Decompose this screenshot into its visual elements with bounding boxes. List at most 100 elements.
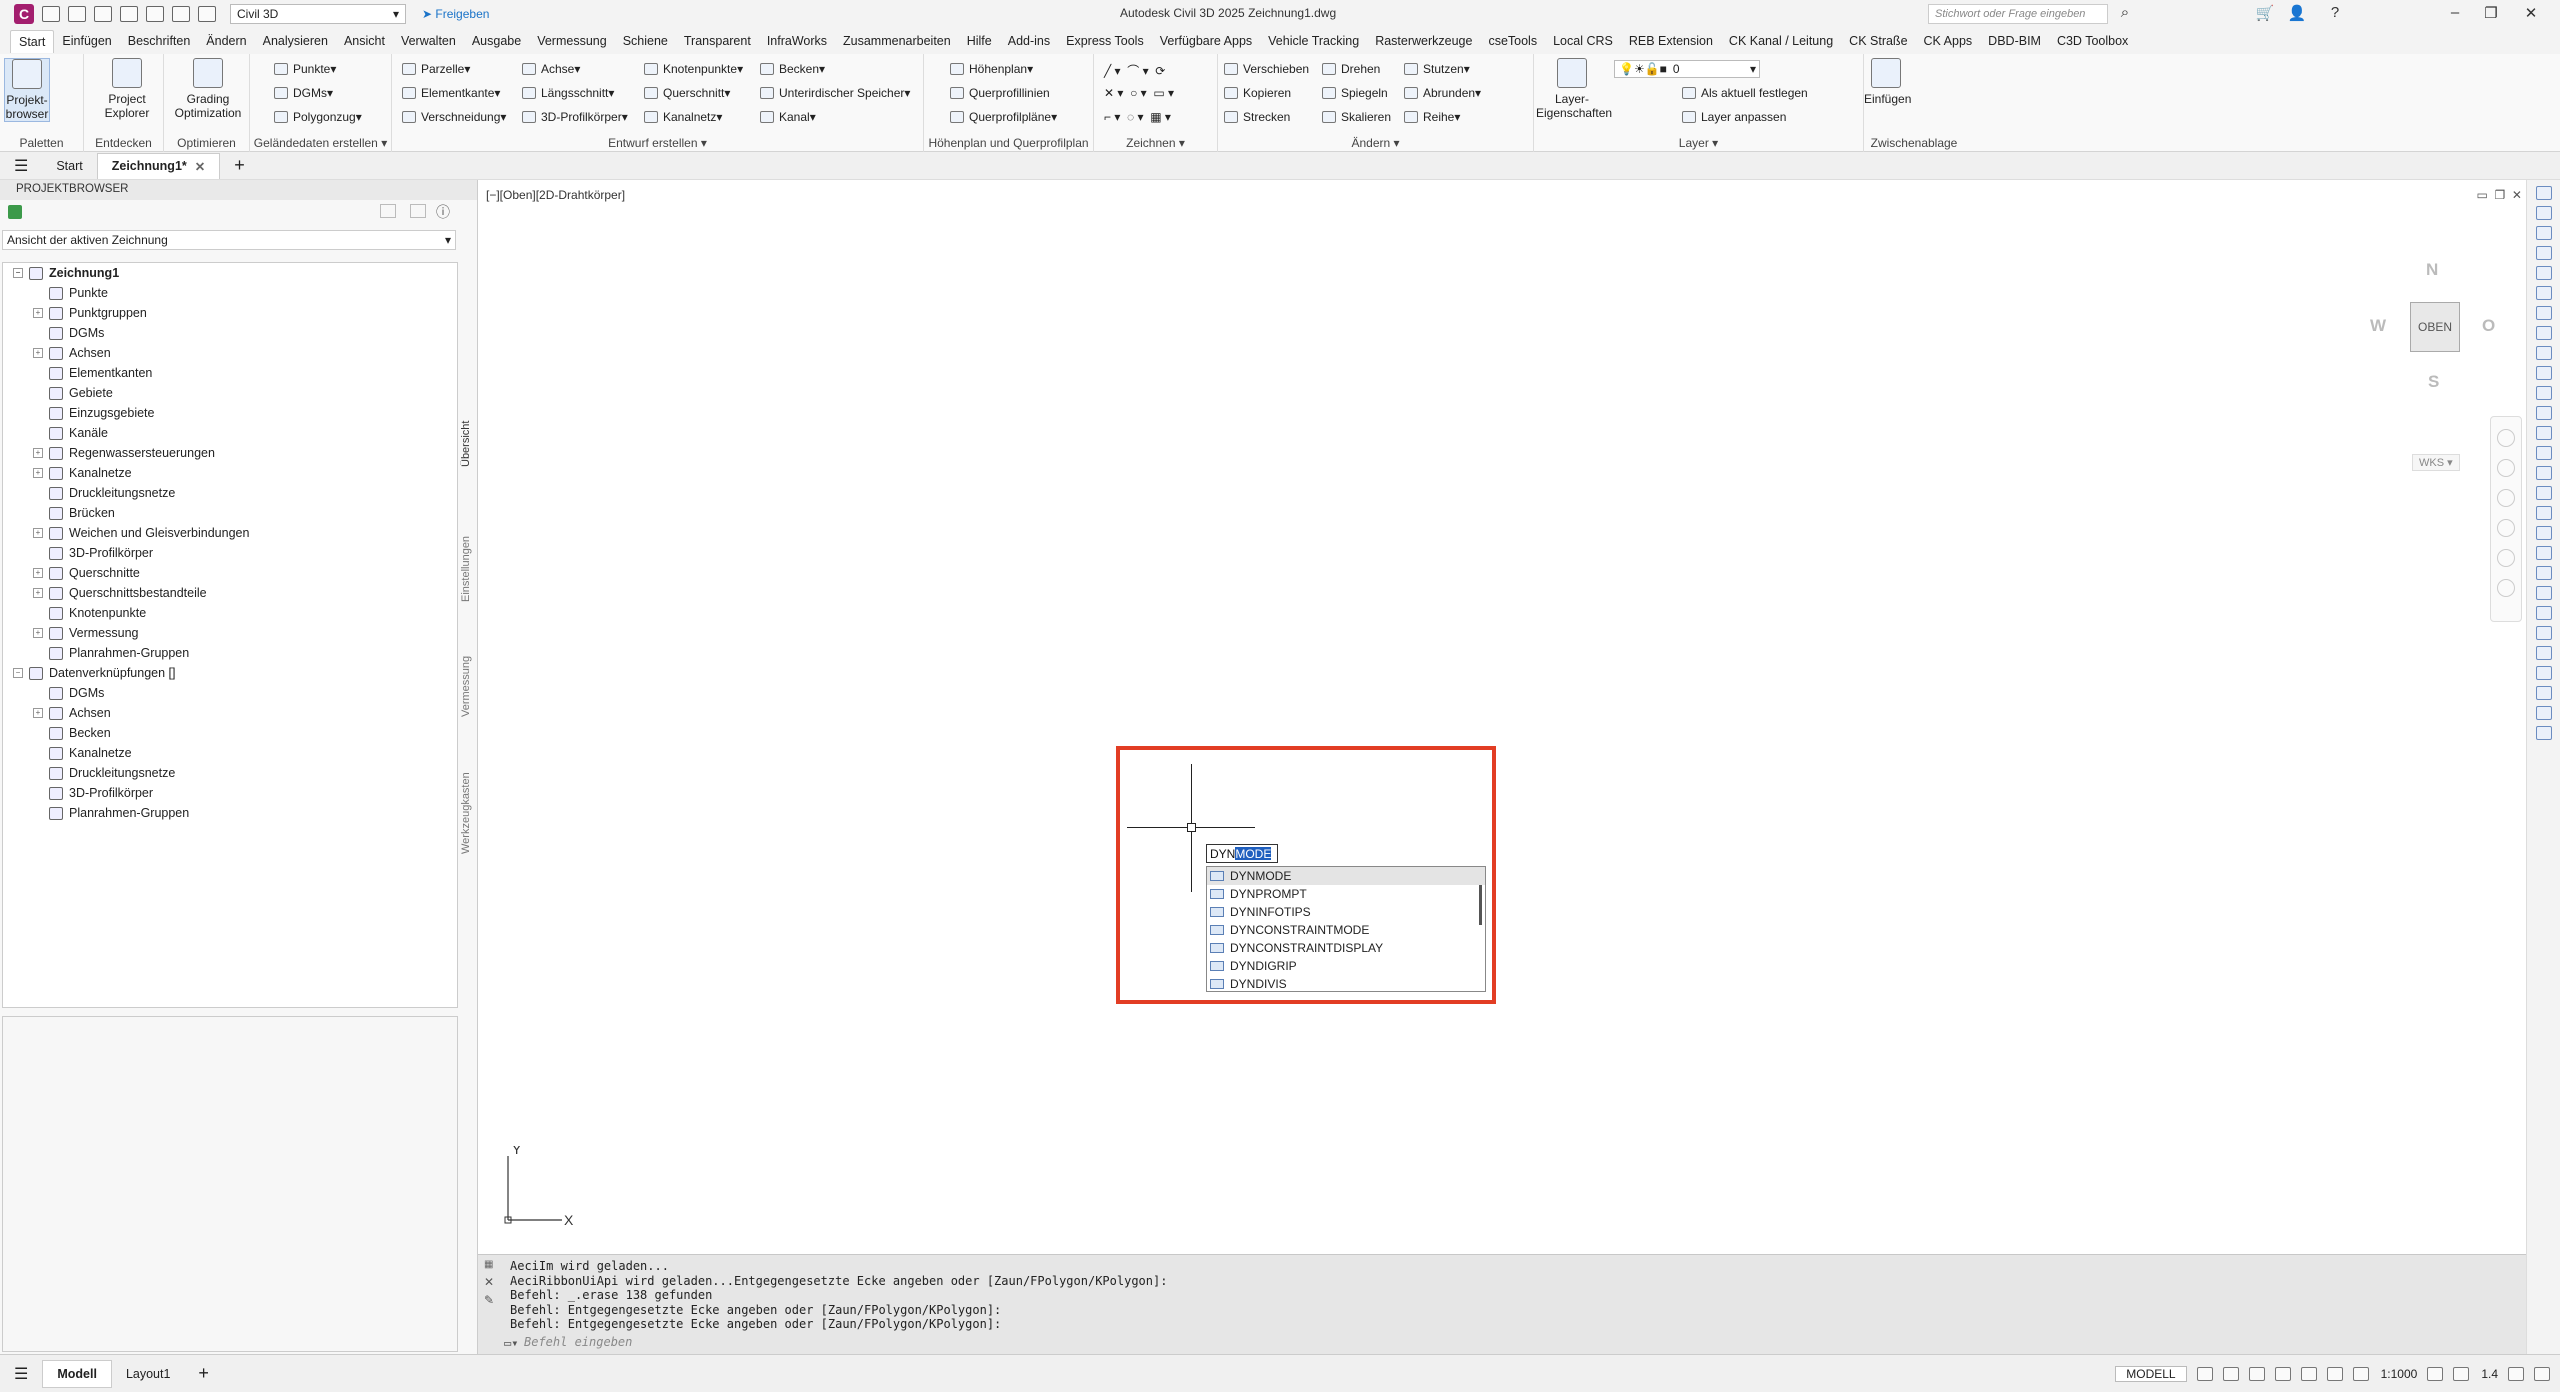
polyline-tool-icon[interactable]: ⌐ ▾ ◌ ▾ ▦ ▾ (1104, 110, 1171, 124)
project-browser-button[interactable]: Projekt- browser (4, 58, 50, 122)
knotenpunkte-button[interactable]: Knotenpunkte ▾ (644, 62, 743, 76)
expand-toggle-icon[interactable]: − (13, 668, 23, 678)
navigation-bar[interactable] (2490, 416, 2522, 622)
maximize-icon[interactable]: ❐ (2476, 4, 2506, 22)
expand-toggle-icon[interactable]: + (33, 528, 43, 538)
autocomplete-scrollbar[interactable] (1479, 885, 1482, 925)
tab-ansicht[interactable]: Ansicht (336, 30, 393, 52)
open-file-icon[interactable] (68, 6, 86, 22)
redo-icon[interactable] (198, 6, 216, 22)
tree-node[interactable]: + Kanalnetze (3, 463, 457, 483)
app-menu-button[interactable]: C (14, 4, 34, 24)
undo-icon[interactable] (172, 6, 190, 22)
tool-palette-icon[interactable] (2535, 646, 2552, 660)
panel-title-zeichnen[interactable]: Zeichnen ▾ (1094, 136, 1217, 150)
prospector-icon[interactable] (8, 205, 22, 219)
stutzen-button[interactable]: Stutzen ▾ (1404, 62, 1470, 76)
tree-node[interactable]: + Regenwassersteuerungen (3, 443, 457, 463)
tab-zusammenarbeiten[interactable]: Zusammenarbeiten (835, 30, 959, 52)
tree-node[interactable]: 3D-Profilkörper (3, 543, 457, 563)
tree-node[interactable]: Elementkanten (3, 363, 457, 383)
tab-ändern[interactable]: Ändern (198, 30, 254, 52)
tree-node[interactable]: Kanäle (3, 423, 457, 443)
tool-palette-icon[interactable] (2535, 406, 2552, 420)
autocomplete-item[interactable]: DYNDIGRIP (1207, 957, 1485, 975)
tool-palette-icon[interactable] (2535, 526, 2552, 540)
tool-palette-icon[interactable] (2535, 606, 2552, 620)
viewport-window-controls[interactable]: ▭ ❐ ✕ (2477, 188, 2523, 202)
tool-palette-icon[interactable] (2535, 706, 2552, 720)
spiegeln-button[interactable]: Spiegeln (1322, 86, 1388, 100)
becken-button[interactable]: Becken ▾ (760, 62, 825, 76)
help-search-input[interactable]: Stichwort oder Frage eingeben (1928, 4, 2108, 24)
cart-icon[interactable]: 🛒 (2250, 4, 2280, 22)
osnap-icon[interactable] (2300, 1366, 2317, 1381)
tab-transparent[interactable]: Transparent (676, 30, 759, 52)
tree-node[interactable]: + Weichen und Gleisverbindungen (3, 523, 457, 543)
expand-toggle-icon[interactable]: − (13, 268, 23, 278)
tool-palette-icon[interactable] (2535, 686, 2552, 700)
tree-node[interactable]: Knotenpunkte (3, 603, 457, 623)
tab-start[interactable]: Start (10, 29, 55, 53)
tool-palette-icon[interactable] (2535, 226, 2552, 240)
tab-express-tools[interactable]: Express Tools (1058, 30, 1152, 52)
nav-tool-icon[interactable] (2497, 489, 2515, 507)
tool-palette-icon[interactable] (2535, 666, 2552, 680)
autocomplete-item[interactable]: DYNINFOTIPS (1207, 903, 1485, 921)
tab-vermessung[interactable]: Vermessung (529, 30, 614, 52)
punkte-button[interactable]: Punkte ▾ (274, 62, 336, 76)
drawing-viewport[interactable]: [−][Oben][2D-Drahtkörper] ▭ ❐ ✕ N W O S … (478, 180, 2526, 1252)
layouts-menu-icon[interactable]: ☰ (0, 1360, 42, 1388)
tab-rasterwerkzeuge[interactable]: Rasterwerkzeuge (1367, 30, 1480, 52)
tree-node[interactable]: DGMs (3, 683, 457, 703)
tab-infraworks[interactable]: InfraWorks (759, 30, 835, 52)
expand-toggle-icon[interactable]: + (33, 628, 43, 638)
verschneidung-button[interactable]: Verschneidung ▾ (402, 110, 506, 124)
grip-icon[interactable]: ▦ (484, 1259, 493, 1270)
tool-palette-icon[interactable] (2535, 506, 2552, 520)
workspace-select[interactable]: Civil 3D ▾ (230, 4, 406, 24)
tree-node[interactable]: Becken (3, 723, 457, 743)
tool-palette-icon[interactable] (2535, 346, 2552, 360)
compass-west[interactable]: W (2370, 316, 2386, 336)
tab-ck-kanal-leitung[interactable]: CK Kanal / Leitung (1721, 30, 1841, 52)
model-space-toggle[interactable]: MODELL (2115, 1365, 2187, 1382)
nav-tool-icon[interactable] (2497, 429, 2515, 447)
expand-toggle-icon[interactable]: + (33, 468, 43, 478)
view-cube[interactable]: N W O S OBEN WKS ▾ (2370, 260, 2520, 471)
view-select[interactable]: Ansicht der aktiven Zeichnung ▾ (2, 230, 456, 250)
new-file-icon[interactable] (42, 6, 60, 22)
tree-node[interactable]: DGMs (3, 323, 457, 343)
tool-palette-icon[interactable] (2535, 246, 2552, 260)
tab-vermessung[interactable]: Vermessung (460, 646, 476, 726)
tab-ck-apps[interactable]: CK Apps (1916, 30, 1981, 52)
reihe-button[interactable]: Reihe ▾ (1404, 110, 1460, 124)
hamburger-menu-icon[interactable]: ☰ (0, 153, 42, 179)
tree-node[interactable]: Brücken (3, 503, 457, 523)
expand-toggle-icon[interactable]: + (33, 308, 43, 318)
command-input[interactable]: ▭▾ Befehl eingeben (490, 1335, 2520, 1353)
parzelle-button[interactable]: Parzelle ▾ (402, 62, 470, 76)
tool-palette-icon[interactable] (2535, 286, 2552, 300)
drawing-tab[interactable]: Zeichnung1* ✕ (96, 152, 221, 179)
tool-palette-icon[interactable] (2535, 466, 2552, 480)
verschieben-button[interactable]: Verschieben (1224, 62, 1309, 76)
tool-palette-icon[interactable] (2535, 586, 2552, 600)
search-icon[interactable]: ⌕ (2110, 4, 2140, 21)
skalieren-button[interactable]: Skalieren (1322, 110, 1391, 124)
polygonzug-button[interactable]: Polygonzug ▾ (274, 110, 362, 124)
tab-vehicle-tracking[interactable]: Vehicle Tracking (1260, 30, 1367, 52)
project-explorer-button[interactable]: Project Explorer (104, 58, 150, 120)
tree-node[interactable]: + Querschnittsbestandteile (3, 583, 457, 603)
ortho-icon[interactable] (2248, 1366, 2265, 1381)
abrunden-button[interactable]: Abrunden ▾ (1404, 86, 1481, 100)
lineweight-icon[interactable] (2326, 1366, 2343, 1381)
unterirdischer-speicher-button[interactable]: Unterirdischer Speicher ▾ (760, 86, 910, 100)
tool-palette-icon[interactable] (2535, 486, 2552, 500)
tree-node[interactable]: − Datenverknüpfungen [] (3, 663, 457, 683)
tool-palette-icon[interactable] (2535, 726, 2552, 740)
expand-toggle-icon[interactable]: + (33, 588, 43, 598)
kanalnetz-button[interactable]: Kanalnetz ▾ (644, 110, 722, 124)
achse-button[interactable]: Achse ▾ (522, 62, 580, 76)
start-tab[interactable]: Start (42, 153, 96, 179)
